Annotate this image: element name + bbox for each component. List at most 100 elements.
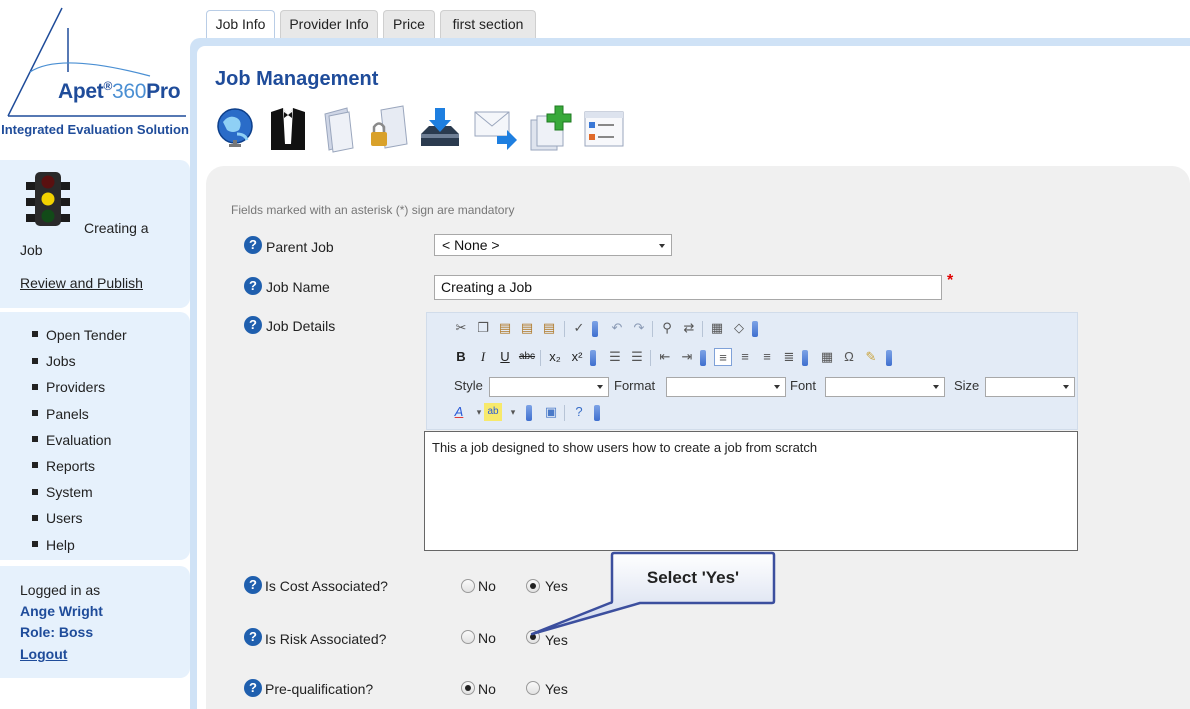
toolbar-dropdown-handle[interactable] — [886, 350, 892, 366]
italic-icon[interactable]: I — [474, 348, 492, 366]
globe-icon[interactable] — [215, 104, 261, 154]
toolbar-dropdown-handle[interactable] — [592, 321, 598, 337]
table-icon[interactable]: ▦ — [818, 348, 836, 366]
add-document-icon[interactable] — [529, 104, 575, 154]
cut-icon[interactable]: ✂ — [452, 319, 470, 337]
editor-toolbar-row-4: A ▾ ab ▾ ▣ ? — [442, 403, 642, 425]
select-all-icon[interactable]: ▦ — [708, 319, 726, 337]
app-root: Apet®360Pro Integrated Evaluation Soluti… — [0, 0, 1190, 709]
find-icon[interactable]: ⚲ — [658, 319, 676, 337]
toolbar-dropdown-handle[interactable] — [526, 405, 532, 421]
chevron-down-icon — [597, 385, 603, 389]
align-right-icon[interactable]: ≡ — [758, 348, 776, 366]
parent-job-select[interactable]: < None > — [434, 234, 672, 256]
numbered-list-icon[interactable]: ☰ — [606, 348, 624, 366]
toolbar-dropdown-handle[interactable] — [700, 350, 706, 366]
help-icon[interactable]: ? — [244, 628, 262, 646]
help-icon[interactable]: ? — [244, 679, 262, 697]
cost-no-label: No — [478, 578, 496, 594]
help-icon[interactable]: ? — [244, 236, 262, 254]
replace-icon[interactable]: ⇄ — [680, 319, 698, 337]
size-select[interactable] — [985, 377, 1075, 397]
review-and-publish-link[interactable]: Review and Publish — [20, 275, 143, 291]
undo-icon[interactable]: ↶ — [608, 319, 626, 337]
user-role: Role: Boss — [20, 624, 94, 640]
maximize-icon[interactable]: ▣ — [542, 403, 560, 421]
job-name-label: Job Name — [266, 279, 330, 295]
spellcheck-icon[interactable]: ✓ — [570, 319, 588, 337]
remove-format-icon[interactable]: ◇ — [730, 319, 748, 337]
align-left-icon[interactable]: ≡ — [714, 348, 732, 366]
chevron-down-icon — [774, 385, 780, 389]
paste-format-icon[interactable]: ✎ — [862, 348, 880, 366]
tab-job-info[interactable]: Job Info — [206, 10, 275, 38]
tab-provider-info[interactable]: Provider Info — [280, 10, 378, 38]
toolbar-dropdown-handle[interactable] — [802, 350, 808, 366]
nav-item-reports[interactable]: Reports — [32, 453, 127, 479]
paste-icon[interactable]: ▤ — [496, 319, 514, 337]
nav-item-evaluation[interactable]: Evaluation — [32, 427, 127, 453]
job-details-textarea[interactable]: This a job designed to show users how to… — [424, 431, 1078, 551]
underline-icon[interactable]: U — [496, 348, 514, 366]
redo-icon[interactable]: ↷ — [630, 319, 648, 337]
indent-icon[interactable]: ⇥ — [678, 348, 696, 366]
cost-no-radio[interactable] — [461, 579, 475, 593]
prequal-no-radio[interactable] — [461, 681, 475, 695]
tuxedo-icon[interactable] — [265, 104, 311, 154]
strikethrough-icon[interactable]: abc — [518, 348, 536, 366]
logout-link[interactable]: Logout — [20, 646, 67, 662]
list-form-icon[interactable] — [581, 104, 627, 154]
font-select[interactable] — [825, 377, 945, 397]
inbox-download-icon[interactable] — [417, 104, 463, 154]
tab-first-section[interactable]: first section — [440, 10, 536, 38]
superscript-icon[interactable]: x² — [568, 348, 586, 366]
copy-icon[interactable]: ❐ — [474, 319, 492, 337]
brand-name: Apet®360Pro — [58, 79, 181, 103]
help-icon[interactable]: ? — [244, 277, 262, 295]
documents-icon[interactable] — [315, 104, 361, 154]
nav-item-panels[interactable]: Panels — [32, 401, 127, 427]
help-icon[interactable]: ? — [244, 316, 262, 334]
risk-yes-label: Yes — [545, 632, 568, 648]
chevron-down-icon — [659, 244, 665, 248]
toolbar-dropdown-handle[interactable] — [590, 350, 596, 366]
special-char-icon[interactable]: Ω — [840, 348, 858, 366]
job-name-input[interactable]: Creating a Job — [434, 275, 942, 300]
bold-icon[interactable]: B — [452, 348, 470, 366]
nav-item-users[interactable]: Users — [32, 505, 127, 531]
help-icon[interactable]: ? — [244, 576, 262, 594]
toolbar-dropdown-handle[interactable] — [594, 405, 600, 421]
toolbar-dropdown-handle[interactable] — [752, 321, 758, 337]
risk-yes-radio[interactable] — [526, 630, 540, 644]
about-icon[interactable]: ? — [570, 403, 588, 421]
required-asterisk: * — [947, 272, 954, 289]
main-nav: Open Tender Jobs Providers Panels Evalua… — [32, 322, 127, 558]
nav-item-system[interactable]: System — [32, 479, 127, 505]
cost-yes-radio[interactable] — [526, 579, 540, 593]
paste-text-icon[interactable]: ▤ — [518, 319, 536, 337]
subscript-icon[interactable]: x₂ — [546, 348, 564, 366]
mail-forward-icon[interactable] — [473, 104, 519, 154]
highlight-color-icon[interactable]: ab — [484, 403, 502, 421]
prequal-no-label: No — [478, 681, 496, 697]
nav-item-jobs[interactable]: Jobs — [32, 348, 127, 374]
lock-document-icon[interactable] — [365, 104, 411, 154]
chevron-down-icon[interactable]: ▾ — [504, 403, 522, 421]
nav-item-help[interactable]: Help — [32, 532, 127, 558]
outdent-icon[interactable]: ⇤ — [656, 348, 674, 366]
nav-item-providers[interactable]: Providers — [32, 374, 127, 400]
tab-price[interactable]: Price — [383, 10, 435, 38]
style-select[interactable] — [489, 377, 609, 397]
prequalification-label: Pre-qualification? — [265, 681, 374, 697]
paste-word-icon[interactable]: ▤ — [540, 319, 558, 337]
align-center-icon[interactable]: ≡ — [736, 348, 754, 366]
nav-item-open-tender[interactable]: Open Tender — [32, 322, 127, 348]
prequal-yes-radio[interactable] — [526, 681, 540, 695]
risk-associated-label: Is Risk Associated? — [265, 631, 387, 647]
bulleted-list-icon[interactable]: ☰ — [628, 348, 646, 366]
text-color-icon[interactable]: A — [450, 403, 468, 421]
align-justify-icon[interactable]: ≣ — [780, 348, 798, 366]
risk-no-radio[interactable] — [461, 630, 475, 644]
user-name: Ange Wright — [20, 603, 103, 619]
format-select[interactable] — [666, 377, 786, 397]
